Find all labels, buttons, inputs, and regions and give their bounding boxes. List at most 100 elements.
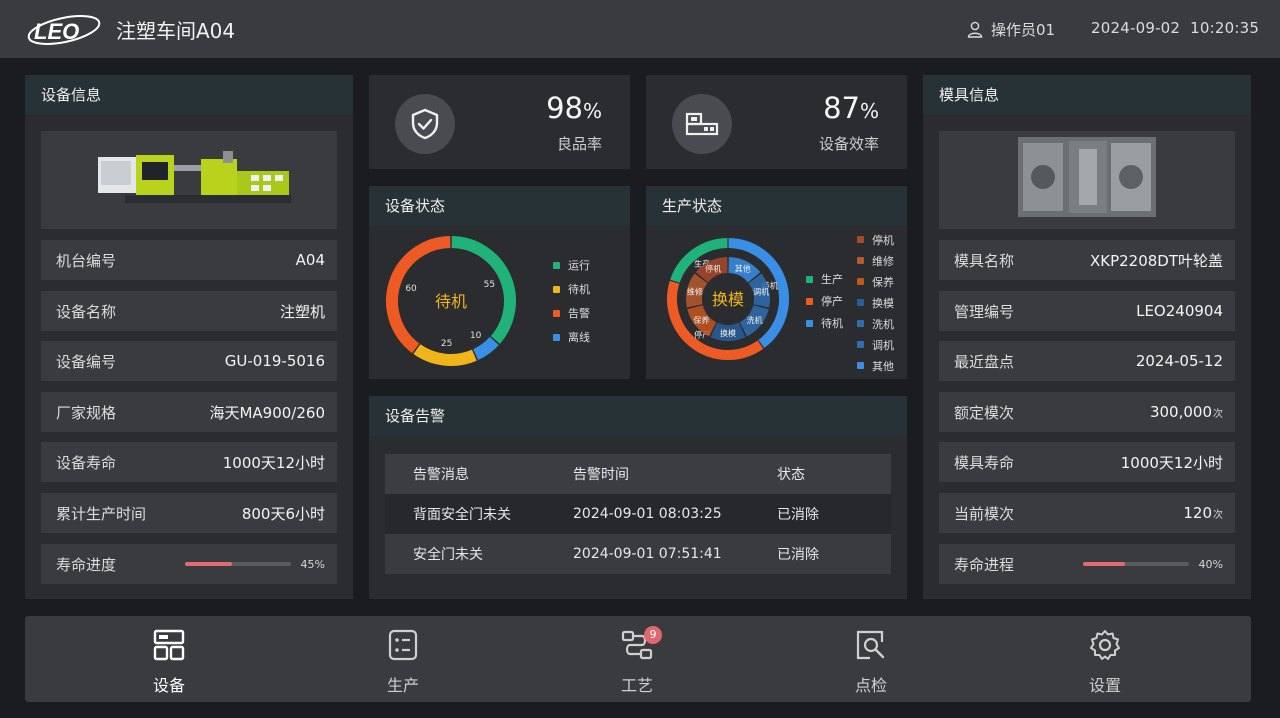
- row-label: 最近盘点: [954, 352, 1015, 371]
- column-header: 状态: [777, 467, 805, 483]
- row-label: 管理编号: [954, 302, 1015, 321]
- legend-swatch: [857, 299, 864, 306]
- notification-badge: 9: [644, 626, 662, 644]
- row-value: 800天6小时: [241, 504, 325, 523]
- info-row-device-name: 设备名称 注塑机: [41, 291, 337, 331]
- life-progress: 45%: [184, 558, 325, 571]
- info-row-management-no: 管理编号 LEO240904: [939, 291, 1235, 331]
- row-value: A04: [295, 251, 325, 269]
- table-row[interactable]: 安全门未关 2024-09-01 07:51:41 已消除: [385, 534, 891, 574]
- nav-item-equipment[interactable]: 设备: [124, 626, 214, 696]
- nav-item-production[interactable]: 生产: [358, 626, 448, 696]
- row-value: 注塑机: [279, 302, 325, 321]
- panel-title: 设备信息: [25, 75, 353, 115]
- time: 10:20:35: [1190, 19, 1260, 37]
- row-value: 300,000次: [1149, 403, 1223, 421]
- device-status-panel: 设备状态 55 10 25 60 待机 运行 待机 告警 离线: [369, 186, 630, 379]
- alarm-table: 告警消息 告警时间 状态 背面安全门未关 2024-09-01 08:03:25…: [385, 454, 891, 574]
- row-value: 海天MA900/260: [209, 403, 325, 422]
- row-label: 额定模次: [954, 403, 1015, 422]
- legend-swatch: [806, 297, 813, 305]
- life-progress: 40%: [1082, 558, 1223, 571]
- panel-title: 设备状态: [369, 186, 630, 226]
- legend-label: 调机: [872, 338, 894, 352]
- legend-swatch: [553, 261, 560, 269]
- inner-segment-label: 保养: [693, 315, 709, 325]
- donut-value-label: 25: [441, 339, 452, 349]
- nav-label: 工艺: [620, 676, 653, 695]
- nav-item-inspection[interactable]: 点检: [826, 626, 916, 696]
- nav-item-process[interactable]: 9 工艺: [592, 626, 682, 696]
- legend-label: 运行: [568, 259, 590, 272]
- row-label: 设备寿命: [56, 453, 117, 472]
- donut-value-label: 10: [470, 331, 482, 341]
- alarm-panel: 设备告警 告警消息 告警时间 状态 背面安全门未关 2024-09-01 08:…: [369, 396, 907, 599]
- inner-segment-label: 换模: [720, 328, 736, 338]
- legend-swatch: [553, 333, 560, 341]
- device-status-donut: 55 10 25 60 待机: [386, 236, 516, 366]
- legend-swatch: [857, 278, 864, 285]
- production-status-panel: 生产状态 待机 停产 生产 其他 调机 洗机 换模 保养 维修 停机 换模 生产 停产 待机 停机 维修保…: [646, 186, 907, 379]
- table-row[interactable]: 背面安全门未关 2024-09-01 08:03:25 已消除: [385, 494, 891, 534]
- progress-fill: [184, 562, 233, 566]
- column-header: 告警消息: [413, 467, 469, 483]
- legend-swatch: [806, 319, 813, 327]
- legend-label: 洗机: [872, 317, 894, 331]
- kpi-value: 98%: [546, 91, 602, 125]
- user-account[interactable]: 操作员01: [967, 19, 1055, 40]
- nav-item-settings[interactable]: 设置: [1060, 626, 1150, 696]
- info-row-spec: 厂家规格 海天MA900/260: [41, 392, 337, 432]
- legend-swatch: [553, 309, 560, 317]
- info-row-mold-name: 模具名称 XKP2208DT叶轮盖: [939, 240, 1235, 280]
- legend-label: 保养: [872, 275, 894, 289]
- legend-swatch: [806, 275, 813, 283]
- kpi-label: 设备效率: [818, 135, 879, 153]
- panel-title: 模具信息: [923, 75, 1251, 115]
- legend-label: 生产: [821, 273, 843, 286]
- donut-value-label: 55: [484, 280, 495, 290]
- alarm-message: 安全门未关: [413, 547, 483, 563]
- legend-label: 待机: [821, 317, 843, 330]
- legend-label: 离线: [568, 331, 590, 344]
- gear-icon: [1090, 630, 1120, 660]
- legend-swatch: [857, 362, 864, 369]
- legend-item: 维修: [857, 250, 894, 271]
- row-label: 寿命进度: [56, 555, 117, 574]
- row-label: 设备编号: [56, 352, 117, 371]
- production-list-icon: [388, 629, 418, 661]
- device-status-legend: 运行 待机 告警 离线: [553, 253, 590, 349]
- row-label: 累计生产时间: [56, 504, 147, 523]
- info-row-device-code: 设备编号 GU-019-5016: [41, 341, 337, 381]
- row-label: 设备名称: [56, 302, 117, 321]
- row-value: 2024-05-12: [1135, 352, 1223, 370]
- production-status-legend-inner: 停机 维修 保养 换模 洗机 调机 其他: [857, 229, 894, 376]
- inspection-icon: [856, 630, 885, 660]
- donut-center-label: 待机: [435, 292, 467, 311]
- alarm-time: 2024-09-01 08:03:25: [573, 506, 722, 522]
- alarm-status: 已消除: [777, 547, 819, 563]
- top-bar: LEO 注塑车间A04 操作员01 2024-09-02 10:20:35: [0, 0, 1280, 58]
- equipment-info-panel: 设备信息 机台编号 A04 设备名称 注塑机 设备编号 GU-019-5016: [25, 75, 353, 599]
- row-label: 模具名称: [954, 251, 1015, 270]
- legend-item: 停机: [857, 229, 894, 250]
- legend-item: 停产: [806, 290, 843, 312]
- nav-label: 设置: [1088, 676, 1121, 695]
- legend-item: 运行: [553, 253, 590, 277]
- row-label: 厂家规格: [56, 403, 117, 422]
- legend-label: 其他: [872, 359, 894, 373]
- kpi-icon-wrap: [395, 94, 455, 154]
- kpi-icon-wrap: [672, 94, 732, 154]
- legend-item: 保养: [857, 271, 894, 292]
- nav-label: 点检: [854, 676, 887, 695]
- shield-check-icon: [411, 108, 439, 140]
- panel-title: 生产状态: [646, 186, 907, 226]
- info-row-machine-no: 机台编号 A04: [41, 240, 337, 280]
- legend-label: 停机: [872, 233, 894, 247]
- inner-segment-label: 调机: [753, 286, 769, 296]
- inner-segment-label: 洗机: [747, 315, 763, 325]
- row-value: 120次: [1183, 504, 1223, 522]
- legend-item: 调机: [857, 334, 894, 355]
- donut-segment-离线: [472, 336, 499, 361]
- kpi-label: 良品率: [556, 135, 602, 153]
- panel-title: 设备告警: [369, 396, 907, 436]
